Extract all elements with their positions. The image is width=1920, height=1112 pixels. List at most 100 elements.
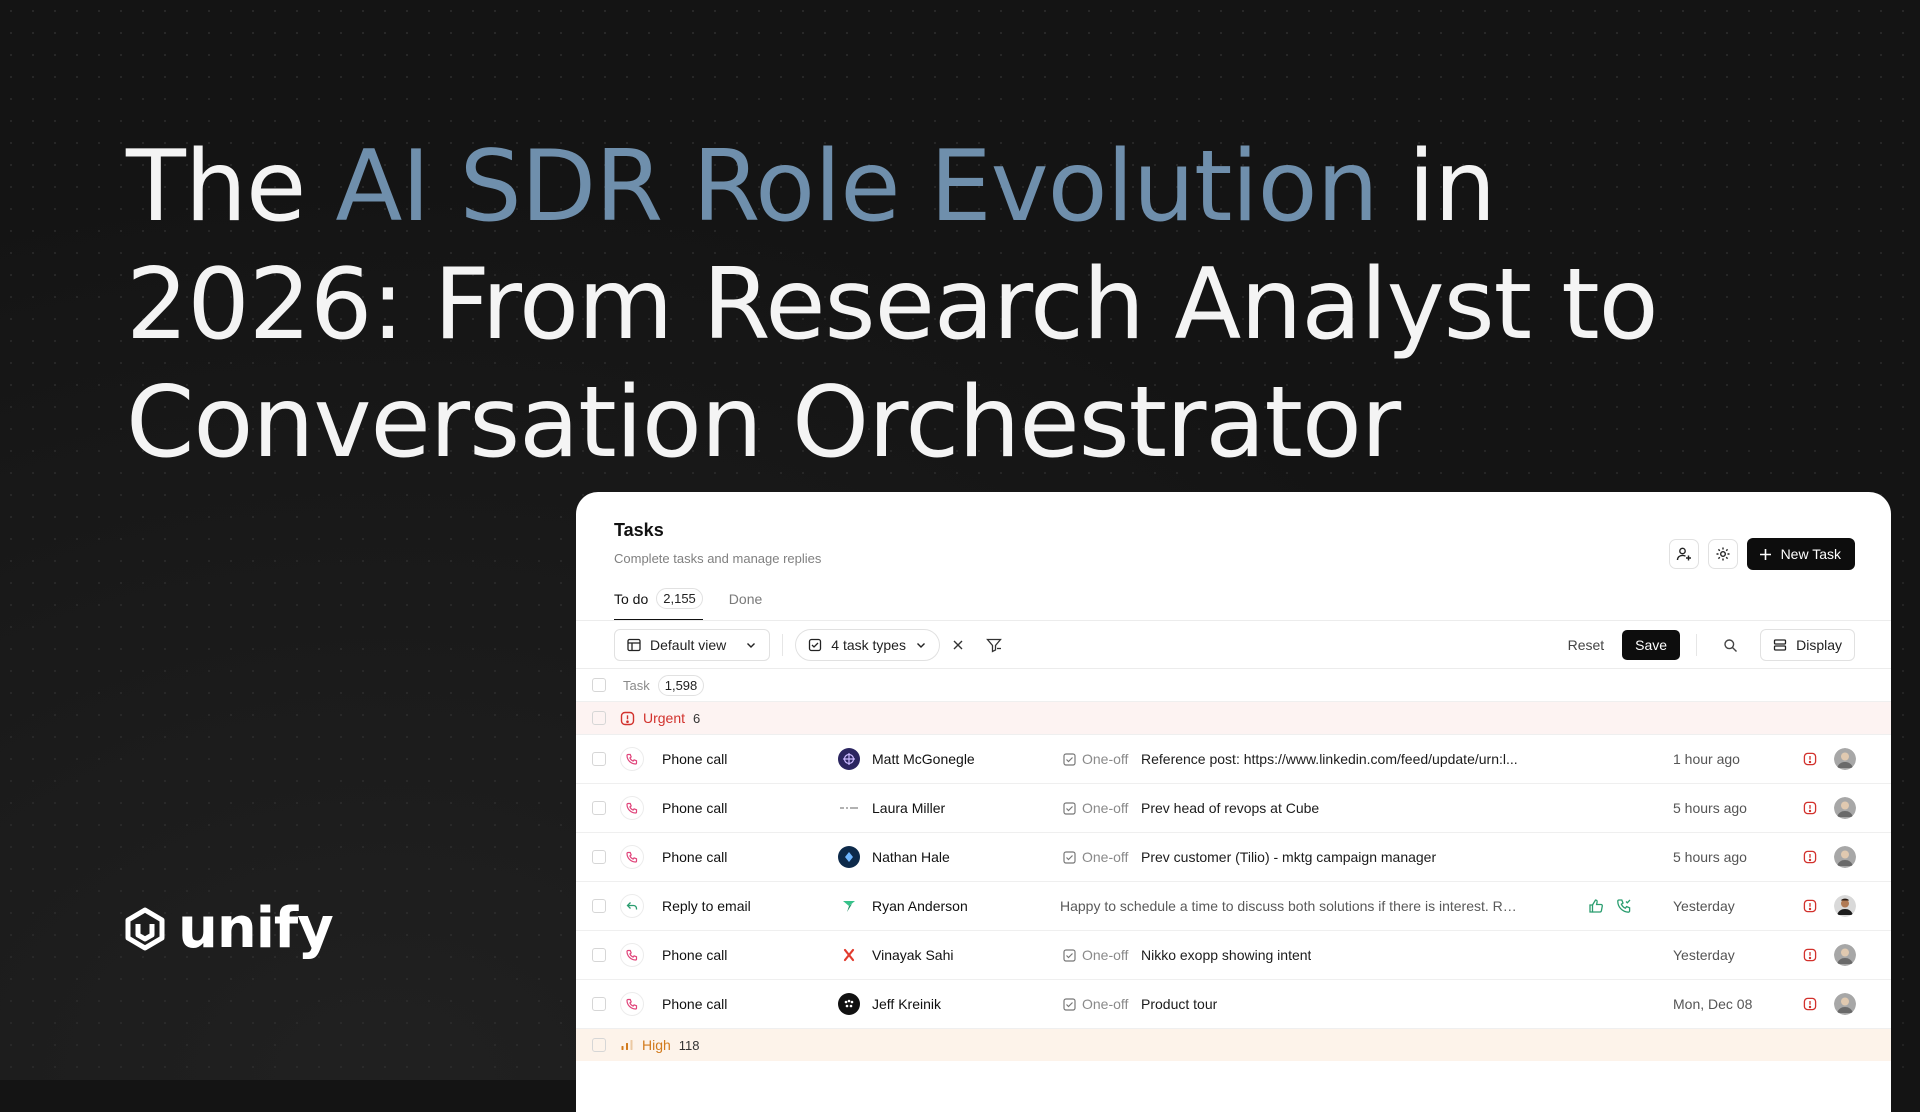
display-icon (1773, 639, 1787, 651)
add-user-button[interactable] (1668, 539, 1699, 569)
tab-divider (576, 620, 1891, 621)
task-type-label: One-off (1082, 751, 1129, 767)
contact-cell[interactable]: Matt McGonegle (838, 748, 975, 770)
contact-name: Matt McGonegle (872, 751, 975, 767)
row-checkbox[interactable] (592, 752, 606, 766)
display-button[interactable]: Display (1760, 629, 1855, 661)
reset-button[interactable]: Reset (1562, 637, 1611, 653)
checkbox-icon (1063, 850, 1076, 864)
display-label: Display (1796, 637, 1842, 653)
tab-todo[interactable]: To do 2,155 (614, 588, 703, 621)
contact-cell[interactable]: Ryan Anderson (838, 895, 968, 917)
urgent-icon (620, 711, 635, 725)
new-task-label: New Task (1780, 546, 1841, 562)
task-time: 5 hours ago (1673, 849, 1747, 865)
gear-icon (1716, 547, 1730, 561)
tab-done[interactable]: Done (729, 591, 762, 619)
table-row[interactable]: Phone call Vinayak Sahi One-off Nikko ex… (576, 930, 1891, 979)
toolbar-right: Reset Save Display (1562, 629, 1855, 661)
row-checkbox[interactable] (592, 948, 606, 962)
task-time: 5 hours ago (1673, 800, 1747, 816)
owner-avatar[interactable] (1834, 797, 1856, 819)
new-task-button[interactable]: New Task (1746, 538, 1855, 570)
group-urgent[interactable]: Urgent 6 (576, 701, 1891, 734)
company-logo-icon (838, 895, 860, 917)
view-select-label: Default view (650, 637, 727, 653)
urgent-priority-icon[interactable] (1803, 801, 1817, 815)
task-type-filter[interactable]: 4 task types (795, 629, 940, 661)
group-high-label: High (642, 1037, 671, 1053)
task-time: 1 hour ago (1673, 751, 1740, 767)
task-description: Product tour (1141, 996, 1218, 1012)
contact-cell[interactable]: Laura Miller (838, 797, 945, 819)
owner-avatar[interactable] (1834, 944, 1856, 966)
task-type-label: One-off (1082, 849, 1129, 865)
reply-icon (620, 894, 644, 918)
table-row[interactable]: Phone call Laura Miller One-off Prev hea… (576, 783, 1891, 832)
contact-cell[interactable]: Jeff Kreinik (838, 993, 941, 1015)
task-description: Happy to schedule a time to discuss both… (1060, 898, 1520, 914)
select-all-checkbox[interactable] (592, 678, 606, 692)
search-icon[interactable] (1723, 638, 1738, 653)
task-type-label: One-off (1082, 947, 1129, 963)
checkbox-icon (1063, 801, 1076, 815)
task-count-badge: 1,598 (657, 674, 705, 696)
task-type-cell: One-off (1063, 947, 1128, 963)
task-name: Phone call (662, 849, 728, 865)
urgent-priority-icon[interactable] (1803, 899, 1817, 913)
reply-reactions (1588, 898, 1632, 914)
owner-avatar[interactable] (1834, 993, 1856, 1015)
group-high[interactable]: High 118 (576, 1028, 1891, 1061)
tasks-app-window: Tasks Complete tasks and manage replies … (576, 492, 1891, 1112)
company-logo-icon (838, 944, 860, 966)
contact-name: Vinayak Sahi (872, 947, 954, 963)
urgent-priority-icon[interactable] (1803, 850, 1817, 864)
add-user-icon (1676, 547, 1691, 561)
page-headline: The AI SDR Role Evolution in 2026: From … (126, 128, 1686, 482)
contact-name: Nathan Hale (872, 849, 950, 865)
group-urgent-count: 6 (693, 710, 701, 726)
task-time: Yesterday (1673, 898, 1735, 914)
row-checkbox[interactable] (592, 899, 606, 913)
task-name: Phone call (662, 947, 728, 963)
brand-wordmark: unify (178, 896, 334, 961)
clear-filter-icon[interactable] (952, 639, 964, 651)
row-checkbox[interactable] (592, 850, 606, 864)
owner-avatar[interactable] (1834, 895, 1856, 917)
contact-cell[interactable]: Nathan Hale (838, 846, 950, 868)
thumbs-up-icon[interactable] (1588, 898, 1604, 914)
view-select[interactable]: Default view (614, 629, 771, 661)
save-button[interactable]: Save (1622, 630, 1681, 660)
urgent-priority-icon[interactable] (1803, 948, 1817, 962)
table-row[interactable]: Phone call Nathan Hale One-off Prev cust… (576, 832, 1891, 881)
settings-button[interactable] (1707, 539, 1738, 569)
table-row[interactable]: Reply to email Ryan Anderson Happy to sc… (576, 881, 1891, 930)
urgent-priority-icon[interactable] (1803, 997, 1817, 1011)
phone-check-icon[interactable] (1616, 898, 1632, 914)
task-column-header: Task (623, 677, 650, 693)
headline-part-1: The (126, 130, 336, 244)
table-row[interactable]: Phone call Matt McGonegle One-off Refere… (576, 734, 1891, 783)
plus-icon (1759, 548, 1771, 560)
owner-avatar[interactable] (1834, 748, 1856, 770)
phone-icon (620, 747, 644, 771)
app-header: Tasks Complete tasks and manage replies (614, 520, 821, 566)
checkbox-icon (1063, 752, 1076, 766)
task-time: Yesterday (1673, 947, 1735, 963)
table-header: Task 1,598 (576, 668, 1891, 701)
toolbar-separator (782, 634, 784, 656)
tab-todo-label: To do (614, 590, 649, 607)
task-description: Prev customer (Tilio) - mktg campaign ma… (1141, 849, 1437, 865)
headline-accent: AI SDR Role Evolution (335, 130, 1378, 244)
filter-icon[interactable] (986, 637, 1002, 653)
group-checkbox[interactable] (592, 711, 606, 725)
row-checkbox[interactable] (592, 801, 606, 815)
table-row[interactable]: Phone call Jeff Kreinik One-off Product … (576, 979, 1891, 1028)
owner-avatar[interactable] (1834, 846, 1856, 868)
row-checkbox[interactable] (592, 997, 606, 1011)
urgent-priority-icon[interactable] (1803, 752, 1817, 766)
contact-cell[interactable]: Vinayak Sahi (838, 944, 953, 966)
group-checkbox[interactable] (592, 1038, 606, 1052)
toolbar-separator (1696, 634, 1698, 656)
task-type-filter-label: 4 task types (831, 637, 906, 653)
